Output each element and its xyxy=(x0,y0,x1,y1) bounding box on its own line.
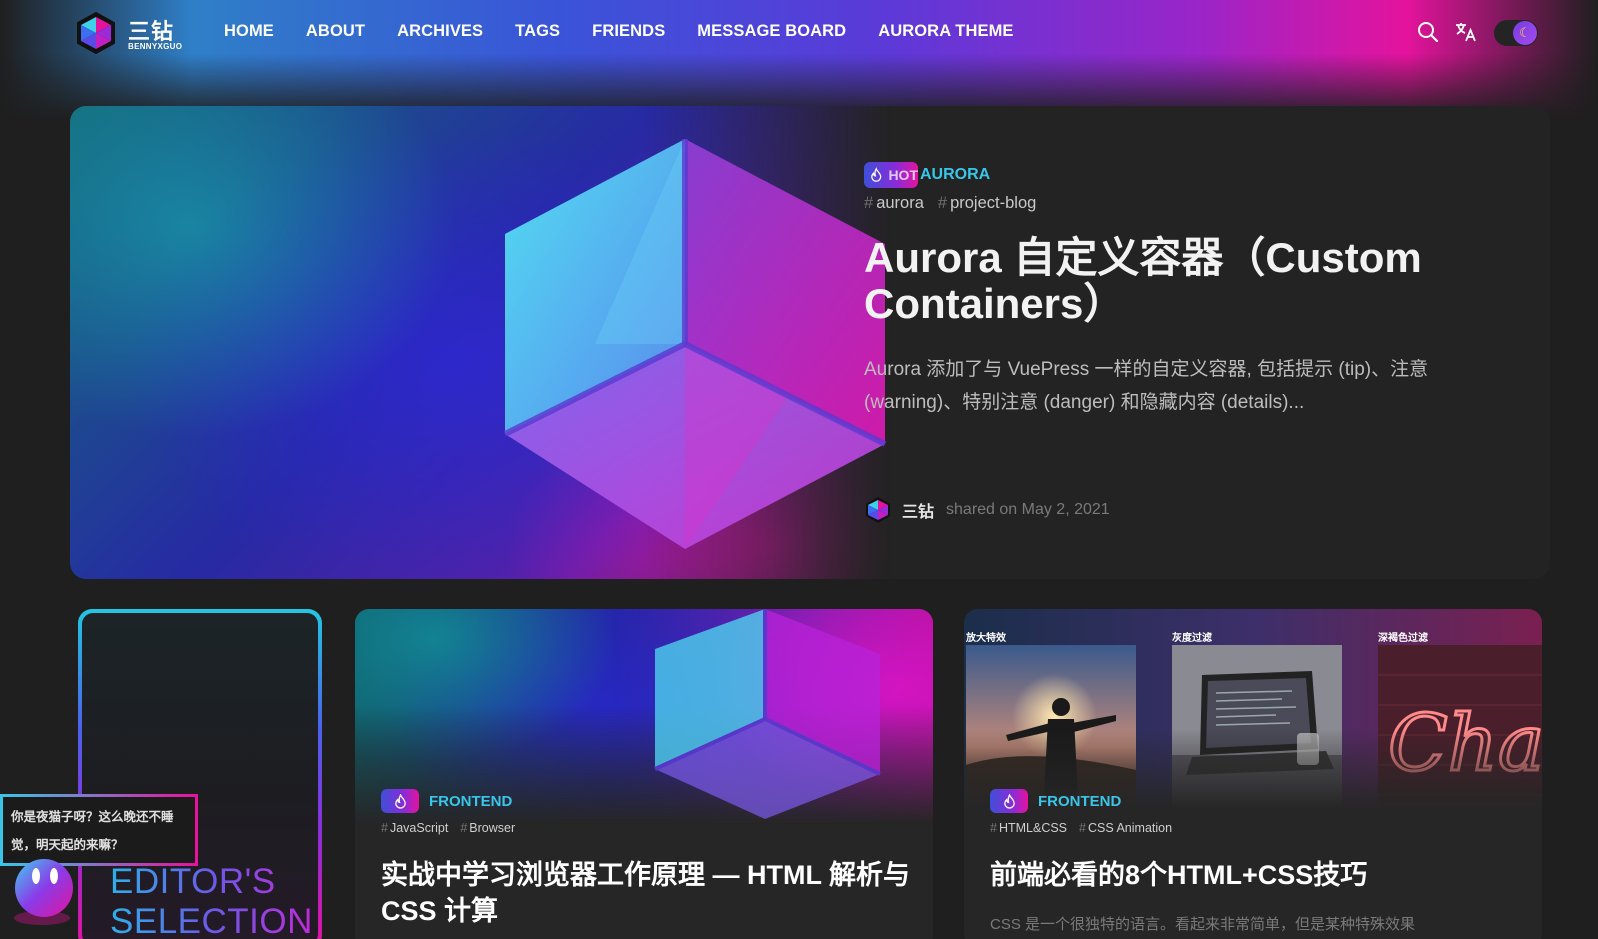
site-header: 三钻 BENNYXGUO HOME ABOUT ARCHIVES TAGS FR… xyxy=(0,0,1598,66)
nav-about[interactable]: ABOUT xyxy=(306,22,365,41)
shared-date: shared on May 2, 2021 xyxy=(946,501,1110,518)
tag-item[interactable]: # aurora xyxy=(864,194,924,213)
nav-message-board[interactable]: MESSAGE BOARD xyxy=(697,22,846,41)
author-avatar xyxy=(866,497,890,523)
nav-aurora-theme[interactable]: AURORA THEME xyxy=(878,22,1013,41)
hot-label: HOT xyxy=(888,167,918,183)
hero-content: HOT AURORA # aurora # project-blog Aurora … xyxy=(864,162,1504,419)
aurora-gem-icon xyxy=(503,139,887,549)
post-title[interactable]: 实战中学习浏览器工作原理 — HTML 解析与 CSS 计算 xyxy=(381,857,911,929)
tag-item[interactable]: # JavaScript xyxy=(381,821,448,835)
post-title[interactable]: 前端必看的8个HTML+CSS技巧 xyxy=(990,857,1520,893)
post-description: CSS 是一个很独特的语言。看起来非常简单，但是某种特殊效果 xyxy=(990,916,1416,933)
photo-label: 灰度过滤 xyxy=(1172,633,1212,644)
theme-toggle[interactable]: ☾ xyxy=(1494,20,1538,46)
post-card[interactable]: FRONTEND # JavaScript # Browser 实战中学习浏览器工作… xyxy=(355,609,933,939)
hot-badge xyxy=(990,789,1028,813)
nav-archives[interactable]: ARCHIVES xyxy=(397,22,483,41)
search-icon[interactable] xyxy=(1416,20,1440,44)
main-nav: HOME ABOUT ARCHIVES TAGS FRIENDS MESSAGE… xyxy=(224,22,1014,41)
editor-selection-label: EDITOR'S SELECTION xyxy=(110,862,313,939)
tag-item[interactable]: # HTML&CSS xyxy=(990,821,1067,835)
post-tags: # HTML&CSS # CSS Animation xyxy=(990,821,1520,835)
post-tags: # JavaScript # Browser xyxy=(381,821,911,835)
post-body: FRONTEND # HTML&CSS # CSS Animation 前端必看的8… xyxy=(990,789,1520,934)
photo-label: 放大特效 xyxy=(966,633,1006,644)
nav-tags[interactable]: TAGS xyxy=(515,22,560,41)
mascot-speech-bubble: 你是夜猫子呀？这么晚还不睡觉，明天起的来嘛？ xyxy=(0,794,198,866)
hero-category[interactable]: AURORA xyxy=(920,166,990,184)
nav-home[interactable]: HOME xyxy=(224,22,274,41)
hero-title[interactable]: Aurora 自定义容器（Custom Containers） xyxy=(864,235,1504,327)
post-category-row: FRONTEND xyxy=(990,789,1520,813)
hero-tags: # aurora # project-blog xyxy=(864,194,1504,213)
hero-category-row: HOT AURORA xyxy=(864,162,1504,188)
moon-icon: ☾ xyxy=(1513,21,1537,45)
post-category[interactable]: FRONTEND xyxy=(1038,793,1121,810)
post-card[interactable]: 放大特效 灰度过滤 深褐色过滤 FRONTEND # HTML&CSS # CS… xyxy=(964,609,1542,939)
featured-post[interactable]: HOT AURORA # aurora # project-blog Aurora … xyxy=(70,106,1550,579)
flame-icon xyxy=(394,793,406,809)
hero-description: Aurora 添加了与 VuePress 一样的自定义容器, 包括提示 (tip… xyxy=(864,359,1429,413)
logo-icon[interactable] xyxy=(76,12,116,54)
post-category[interactable]: FRONTEND xyxy=(429,793,512,810)
nav-friends[interactable]: FRIENDS xyxy=(592,22,665,41)
flame-icon xyxy=(1003,793,1015,809)
hot-badge xyxy=(381,789,419,813)
flame-icon xyxy=(871,167,882,182)
tag-item[interactable]: # Browser xyxy=(460,821,515,835)
author-name[interactable]: 三钻 xyxy=(902,498,934,522)
hot-badge: HOT xyxy=(864,162,918,188)
post-category-row: FRONTEND xyxy=(381,789,911,813)
tag-item[interactable]: # CSS Animation xyxy=(1079,821,1172,835)
tag-item[interactable]: # project-blog xyxy=(938,194,1036,213)
photo-label: 深褐色过滤 xyxy=(1378,633,1428,644)
hero-meta: 三钻 shared on May 2, 2021 xyxy=(864,496,1110,524)
mascot-bot-icon[interactable] xyxy=(12,858,78,930)
aurora-gem-icon xyxy=(654,609,881,819)
brand-subtitle: BENNYXGUO xyxy=(128,42,183,51)
translate-icon[interactable] xyxy=(1454,20,1478,44)
post-body: FRONTEND # JavaScript # Browser 实战中学习浏览器工作… xyxy=(381,789,911,929)
